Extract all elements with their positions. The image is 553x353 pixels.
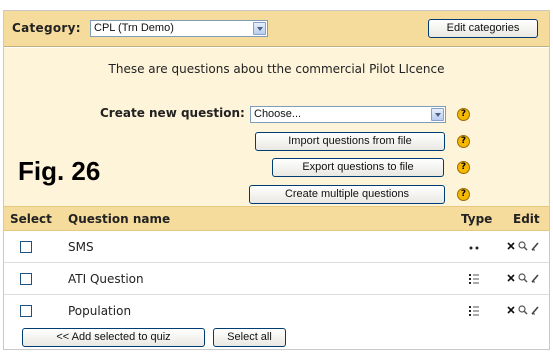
edit-icon[interactable] <box>531 274 539 283</box>
export-questions-button[interactable]: Export questions to file <box>272 158 444 177</box>
create-question-label: Create new question: <box>100 106 245 120</box>
import-questions-button[interactable]: Import questions from file <box>255 132 445 151</box>
column-header-select: Select <box>10 212 52 226</box>
delete-icon[interactable] <box>507 306 515 314</box>
delete-icon[interactable] <box>507 242 515 250</box>
chevron-down-icon <box>253 22 266 35</box>
category-label: Category: <box>12 21 81 35</box>
question-options-panel: These are questions abou tthe commercial… <box>4 48 549 206</box>
edit-icon[interactable] <box>531 306 539 315</box>
row-actions <box>507 240 541 255</box>
preview-icon[interactable] <box>518 273 528 283</box>
add-selected-to-quiz-button[interactable]: << Add selected to quiz <box>22 328 205 347</box>
category-bar: Category: CPL (Trn Demo) Edit categories <box>4 11 549 47</box>
select-all-button[interactable]: Select all <box>213 328 286 347</box>
row-select-checkbox[interactable] <box>20 241 32 253</box>
table-row: SMS <box>4 232 549 263</box>
create-question-select[interactable]: Choose... <box>250 106 446 123</box>
chevron-down-icon <box>431 108 444 121</box>
preview-icon[interactable] <box>518 305 528 315</box>
table-row: Population <box>4 296 549 327</box>
column-header-name[interactable]: Question name <box>68 212 170 226</box>
create-question-select-value: Choose... <box>254 108 302 120</box>
question-table-header: Select Question name Type Edit <box>4 206 549 231</box>
category-select[interactable]: CPL (Trn Demo) <box>90 20 268 37</box>
column-header-edit: Edit <box>513 212 540 226</box>
question-name: Population <box>68 304 132 318</box>
help-icon[interactable]: ? <box>457 161 470 174</box>
question-bank-frame: Category: CPL (Trn Demo) Edit categories… <box>3 10 550 350</box>
question-name: ATI Question <box>68 272 144 286</box>
help-icon[interactable]: ? <box>457 135 470 148</box>
edit-icon[interactable] <box>531 242 539 251</box>
preview-icon[interactable] <box>518 241 528 251</box>
question-name: SMS <box>68 240 94 254</box>
short-answer-icon <box>469 246 479 250</box>
category-select-value: CPL (Trn Demo) <box>94 22 174 34</box>
row-actions <box>507 304 541 319</box>
row-actions <box>507 272 541 287</box>
row-select-checkbox[interactable] <box>20 305 32 317</box>
multichoice-icon <box>469 274 479 284</box>
delete-icon[interactable] <box>507 274 515 282</box>
help-icon[interactable]: ? <box>457 108 470 121</box>
create-multiple-questions-button[interactable]: Create multiple questions <box>249 185 445 204</box>
table-row: ATI Question <box>4 264 549 295</box>
category-description: These are questions abou tthe commercial… <box>108 62 445 76</box>
table-footer: << Add selected to quiz Select all <box>4 326 549 349</box>
row-select-checkbox[interactable] <box>20 273 32 285</box>
multichoice-icon <box>469 306 479 316</box>
column-header-type[interactable]: Type <box>461 212 492 226</box>
figure-caption: Fig. 26 <box>18 156 101 186</box>
edit-categories-button[interactable]: Edit categories <box>428 19 538 38</box>
help-icon[interactable]: ? <box>457 188 470 201</box>
